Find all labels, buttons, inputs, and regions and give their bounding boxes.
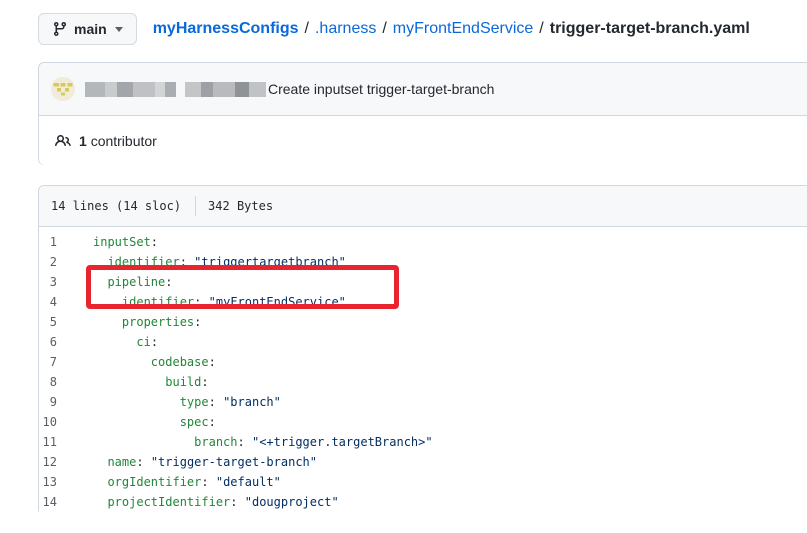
code-text: codebase: — [57, 352, 216, 372]
file-meta-header: 14 lines (14 sloc) 342 Bytes — [39, 186, 807, 227]
contributor-count: 1 — [79, 133, 87, 149]
caret-down-icon — [115, 27, 123, 32]
code-text: identifier: "triggertargetbranch" — [57, 252, 346, 272]
branch-selector-button[interactable]: main — [38, 13, 137, 45]
breadcrumb-separator: / — [382, 20, 386, 38]
line-number[interactable]: 12 — [39, 452, 57, 472]
code-line: 1inputSet: — [39, 232, 807, 252]
redacted-author-name[interactable] — [85, 82, 266, 97]
code-text: identifier: "myFrontEndService" — [57, 292, 346, 312]
file-content-panel: 14 lines (14 sloc) 342 Bytes 1inputSet:2… — [38, 185, 807, 515]
line-number[interactable]: 1 — [39, 232, 57, 252]
code-line: 10 spec: — [39, 412, 807, 432]
file-size: 342 Bytes — [208, 199, 273, 213]
breadcrumb: myHarnessConfigs / .harness / myFrontEnd… — [153, 20, 750, 38]
code-viewer: 1inputSet:2 identifier: "triggertargetbr… — [39, 227, 807, 518]
github-file-view-page: main myHarnessConfigs / .harness / myFro… — [0, 0, 807, 533]
commit-summary-row: Create inputset trigger-target-branch — [39, 63, 807, 116]
contributors-text[interactable]: 1 contributor — [79, 133, 157, 149]
people-icon — [55, 133, 79, 149]
contributor-label: contributor — [91, 133, 157, 149]
line-number[interactable]: 9 — [39, 392, 57, 412]
line-number[interactable]: 11 — [39, 432, 57, 452]
code-line: 2 identifier: "triggertargetbranch" — [39, 252, 807, 272]
breadcrumb-dir-link-frontend-service[interactable]: myFrontEndService — [393, 20, 534, 38]
code-text: orgIdentifier: "default" — [57, 472, 281, 492]
meta-divider — [195, 196, 196, 216]
code-text: build: — [57, 372, 209, 392]
code-line: 7 codebase: — [39, 352, 807, 372]
code-text: branch: "<+trigger.targetBranch>" — [57, 432, 433, 452]
line-number[interactable]: 6 — [39, 332, 57, 352]
code-line: 12 name: "trigger-target-branch" — [39, 452, 807, 472]
file-lines-info: 14 lines (14 sloc) — [51, 199, 181, 213]
line-number[interactable]: 8 — [39, 372, 57, 392]
code-line: 11 branch: "<+trigger.targetBranch>" — [39, 432, 807, 452]
breadcrumb-current-file: trigger-target-branch.yaml — [550, 20, 750, 38]
code-line: 14 projectIdentifier: "dougproject" — [39, 492, 807, 512]
line-number[interactable]: 4 — [39, 292, 57, 312]
code-text: properties: — [57, 312, 201, 332]
code-line: 9 type: "branch" — [39, 392, 807, 412]
code-line: 8 build: — [39, 372, 807, 392]
line-number[interactable]: 7 — [39, 352, 57, 372]
breadcrumb-separator: / — [539, 20, 543, 38]
line-number[interactable]: 5 — [39, 312, 57, 332]
code-text: spec: — [57, 412, 216, 432]
author-avatar-identicon[interactable] — [51, 77, 75, 101]
code-line: 13 orgIdentifier: "default" — [39, 472, 807, 492]
file-navigation-bar: main myHarnessConfigs / .harness / myFro… — [38, 13, 807, 45]
line-number[interactable]: 14 — [39, 492, 57, 512]
line-number[interactable]: 3 — [39, 272, 57, 292]
commit-message[interactable]: Create inputset trigger-target-branch — [268, 81, 494, 97]
line-number[interactable]: 2 — [39, 252, 57, 272]
git-branch-icon — [52, 21, 68, 37]
branch-name-label: main — [74, 21, 107, 37]
breadcrumb-separator: / — [305, 20, 309, 38]
breadcrumb-dir-link-harness[interactable]: .harness — [315, 20, 376, 38]
code-text: type: "branch" — [57, 392, 281, 412]
code-text: name: "trigger-target-branch" — [57, 452, 317, 472]
contributors-row: 1 contributor — [39, 116, 807, 165]
code-line: 4 identifier: "myFrontEndService" — [39, 292, 807, 312]
breadcrumb-repo-link[interactable]: myHarnessConfigs — [153, 20, 299, 38]
code-line: 6 ci: — [39, 332, 807, 352]
latest-commit-panel: Create inputset trigger-target-branch 1 … — [38, 62, 807, 165]
code-text: ci: — [57, 332, 158, 352]
code-text: projectIdentifier: "dougproject" — [57, 492, 339, 512]
line-number[interactable]: 13 — [39, 472, 57, 492]
code-text: inputSet: — [57, 232, 158, 252]
code-line: 3 pipeline: — [39, 272, 807, 292]
line-number[interactable]: 10 — [39, 412, 57, 432]
code-line: 5 properties: — [39, 312, 807, 332]
code-text: pipeline: — [57, 272, 172, 292]
